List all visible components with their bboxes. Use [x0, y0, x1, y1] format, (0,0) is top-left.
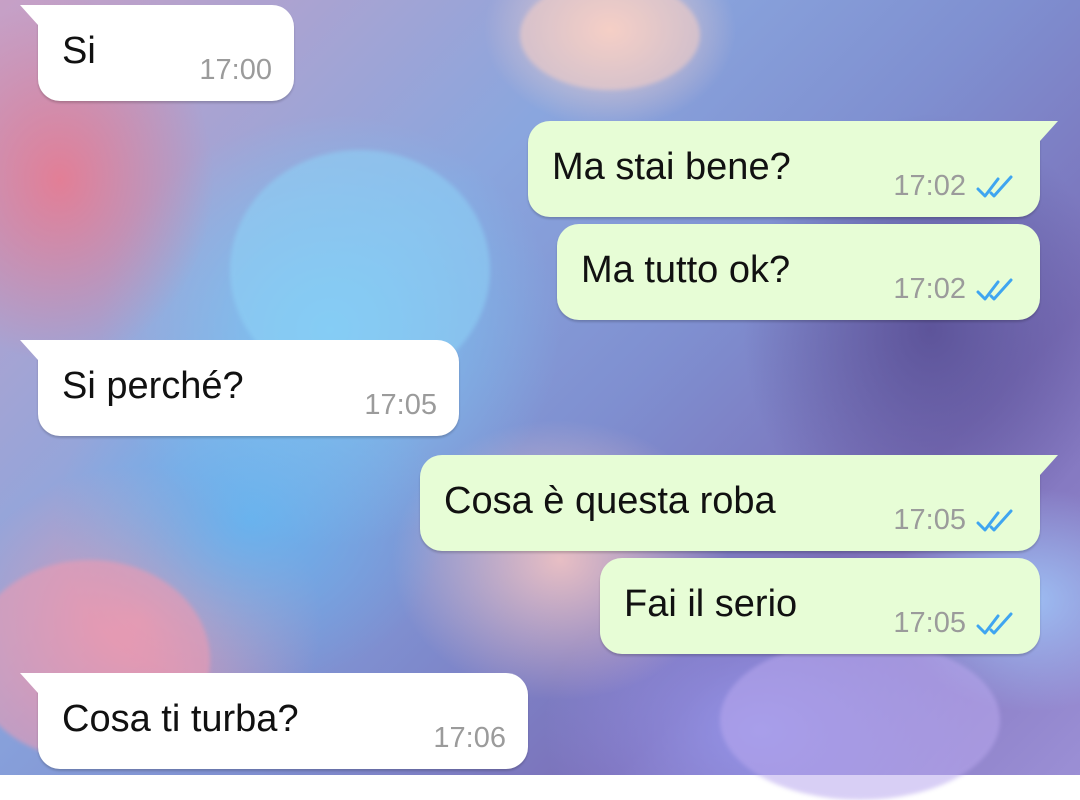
message-time: 17:05 [893, 607, 966, 639]
message-time: 17:06 [433, 722, 506, 754]
message-time: 17:02 [893, 273, 966, 305]
double-check-icon [976, 175, 1013, 197]
wallpaper-petal [520, 0, 700, 90]
message-time: 17:00 [199, 54, 272, 86]
message-text: Ma tutto ok? [581, 249, 791, 291]
message-meta: 17:00 [199, 54, 272, 87]
bubble-tail [1040, 121, 1058, 141]
bubble-tail [20, 673, 38, 693]
message-time: 17:05 [364, 389, 437, 421]
message-meta: 17:05 [893, 504, 1018, 537]
message-meta: 17:05 [893, 607, 1018, 640]
message-bubble-outgoing[interactable]: Ma stai bene? 17:02 [528, 121, 1058, 217]
message-bubble-outgoing[interactable]: Fai il serio 17:05 [600, 558, 1040, 654]
bubble-tail [1040, 455, 1058, 475]
message-text: Si [62, 30, 96, 72]
message-time: 17:05 [893, 504, 966, 536]
message-bubble-outgoing[interactable]: Cosa è questa roba 17:05 [420, 455, 1058, 551]
message-time: 17:02 [893, 170, 966, 202]
double-check-icon [976, 612, 1013, 634]
double-check-icon [976, 278, 1013, 300]
bubble-tail [20, 5, 38, 25]
message-text: Fai il serio [624, 583, 798, 625]
message-text: Si perché? [62, 365, 244, 407]
message-meta: 17:02 [893, 170, 1018, 203]
message-meta: 17:02 [893, 273, 1018, 306]
message-bubble-incoming[interactable]: Si 17:00 [20, 5, 294, 101]
wallpaper-petal [720, 640, 1000, 800]
message-meta: 17:05 [364, 389, 437, 422]
message-bubble-incoming[interactable]: Cosa ti turba? 17:06 [20, 673, 528, 769]
message-text: Ma stai bene? [552, 146, 791, 188]
message-text: Cosa è questa roba [444, 480, 776, 522]
message-text: Cosa ti turba? [62, 698, 299, 740]
message-meta: 17:06 [433, 722, 506, 755]
message-bubble-outgoing[interactable]: Ma tutto ok? 17:02 [557, 224, 1040, 320]
bubble-tail [20, 340, 38, 360]
double-check-icon [976, 509, 1013, 531]
message-bubble-incoming[interactable]: Si perché? 17:05 [20, 340, 459, 436]
